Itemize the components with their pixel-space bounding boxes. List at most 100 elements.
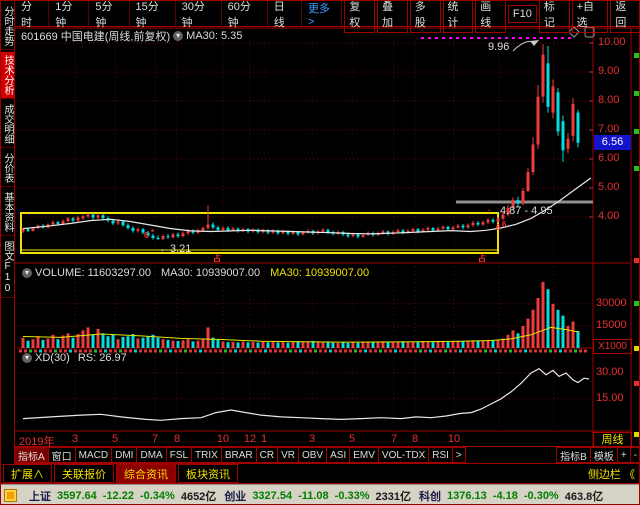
indicator-right--[interactable]: - [629,447,639,463]
toolbar-button-多股[interactable]: 多股 [409,1,441,33]
bottom-tab-扩展∧[interactable]: 扩展∧ [3,464,52,483]
signal-strip-mark [509,349,512,353]
toolbar-period-30分钟[interactable]: 30分钟 [176,1,222,29]
candle-body [31,228,35,231]
volume-bar [561,315,565,348]
candle-body [56,222,60,224]
sidebar-item-技术分析[interactable]: 技术分析 [1,52,14,99]
volume-bar [21,337,25,348]
indicator-tab-RSI[interactable]: RSI [428,447,453,463]
volume-bar [281,342,285,348]
sidebar-item-分时走势[interactable]: 分时走势 [1,3,14,50]
volume-bar [246,342,250,348]
sidebar-collapse-toggle[interactable]: 侧边栏 《 [582,464,639,483]
index-name: 创业 [224,490,247,503]
indicator-tab-CR[interactable]: CR [255,447,279,463]
indicator-tab-DMI[interactable]: DMI [111,447,138,463]
signal-strip-mark [519,349,522,353]
indicator-tab-VOL-TDX[interactable]: VOL-TDX [377,447,430,463]
signal-strip-mark [294,349,297,353]
signal-strip-mark [164,349,167,353]
sidebar-item-图文F10[interactable]: 图文F10 [1,238,14,298]
toolbar-period-日线[interactable]: 日线 [268,1,302,29]
candle-body [536,96,540,145]
bottom-tab-板块资讯[interactable]: 板块资讯 [178,464,238,483]
bottom-tab-综合资讯[interactable]: 综合资讯 [116,464,176,483]
candle-body [136,229,140,231]
signal-strip-mark [49,349,52,353]
signal-strip-mark [514,349,517,353]
volume-bar [451,341,455,348]
indicator-tab-ASI[interactable]: ASI [326,447,351,463]
volume-bar [41,339,45,348]
signal-strip-mark [144,349,147,353]
sidebar-item-分价表[interactable]: 分价表 [1,150,14,187]
sidebar-item-基本资料[interactable]: 基本资料 [1,189,14,236]
signal-strip-mark [214,349,217,353]
volume-bar [191,341,195,348]
signal-strip-mark [549,349,552,353]
signal-strip-mark [234,349,237,353]
signal-strip-mark [104,349,107,353]
candle-body [21,229,25,232]
indicator-tab-DMA[interactable]: DMA [136,447,167,463]
index-value: 3597.64 [57,489,97,502]
candle-body [111,220,115,224]
volume-bar [301,342,305,348]
index-change: -4.18 [492,489,518,502]
index-pct: -0.30% [523,489,559,502]
indicator-tab-TRIX[interactable]: TRIX [191,447,222,463]
volume-bar [466,340,470,348]
indicator-tab-BRAR[interactable]: BRAR [220,447,257,463]
volume-bar [66,333,70,348]
signal-strip-mark [94,349,97,353]
signal-strip-mark [174,349,177,353]
toolbar-button-返回[interactable]: 返回 [610,1,639,33]
toolbar-more-button[interactable]: 更多> [302,1,343,28]
toolbar-button-+自选[interactable]: +自选 [571,1,609,33]
indicator-tab-MACD[interactable]: MACD [74,447,113,463]
signal-strip-mark [54,349,57,353]
indicator-right-+[interactable]: + [616,447,631,463]
signal-strip-mark [74,349,77,353]
signal-strip-mark [179,349,182,353]
indicator-tab-窗口[interactable]: 窗口 [47,447,76,463]
toolbar-period-15分钟[interactable]: 15分钟 [130,1,176,29]
indicator-tab-OBV[interactable]: OBV [297,447,328,463]
signal-strip-mark [394,349,397,353]
signal-strip-mark [324,349,327,353]
toolbar-period-1分钟[interactable]: 1分钟 [49,1,90,29]
indicator-tab-EMV[interactable]: EMV [349,447,379,463]
indicator-tab-VR[interactable]: VR [277,447,299,463]
toolbar-button-画线[interactable]: 画线 [475,1,506,33]
signal-strip-mark [434,349,437,353]
sidebar-item-成交明细[interactable]: 成交明细 [1,101,14,148]
bottom-tab-关联报价[interactable]: 关联报价 [54,464,114,483]
indicator-tab->[interactable]: > [451,447,466,463]
volume-bar [236,342,240,348]
toolbar-period-分时[interactable]: 分时 [15,1,50,29]
signal-strip-mark [499,349,502,353]
app-logo-icon[interactable] [4,489,17,502]
candle-body [96,215,100,218]
candle-body [86,214,90,217]
toolbar-button-叠加[interactable]: 叠加 [377,1,408,33]
toolbar-button-标记[interactable]: 标记 [538,1,570,33]
toolbar-period-60分钟[interactable]: 60分钟 [222,1,268,29]
toolbar-button-F10[interactable]: F10 [507,4,537,23]
volume-bar [231,341,235,348]
volume-bar [406,341,410,348]
candle-body [221,228,225,230]
volume-bar [131,334,135,348]
indicator-tab-指标A[interactable]: 指标A [14,447,49,463]
toolbar-button-统计[interactable]: 统计 [442,1,474,33]
indicator-right-模板[interactable]: 模板 [589,447,618,463]
signal-strip-mark [494,349,497,353]
candle-body [456,225,460,228]
index-name: 科创 [419,490,442,503]
toolbar-period-5分钟[interactable]: 5分钟 [89,1,130,29]
volume-bar [351,342,355,348]
indicator-tab-FSL[interactable]: FSL [165,447,193,463]
indicator-right-指标B[interactable]: 指标B [556,447,591,463]
toolbar-button-复权[interactable]: 复权 [344,1,376,33]
